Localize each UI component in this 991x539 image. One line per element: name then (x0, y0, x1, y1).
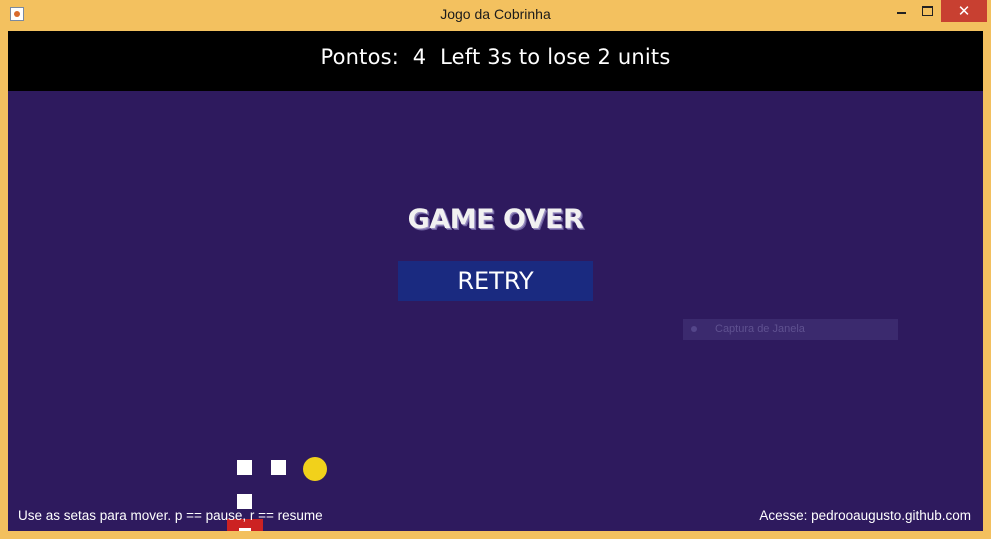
window-bottom-border (0, 531, 991, 539)
controls-instructions: Use as setas para mover. p == pause, r =… (18, 508, 323, 523)
snake-segment (237, 494, 252, 509)
score-bar: Pontos: 4 Left 3s to lose 2 units (8, 31, 983, 91)
game-window: Jogo da Cobrinha ✕ Pontos: 4 Left 3s to … (0, 0, 991, 539)
window-title: Jogo da Cobrinha (440, 6, 551, 22)
capture-dot-icon (691, 326, 697, 332)
retry-button[interactable]: RETRY (398, 261, 593, 301)
snake-segment (271, 460, 286, 475)
maximize-button[interactable] (914, 0, 940, 22)
score-text: Pontos: 4 Left 3s to lose 2 units (320, 45, 671, 69)
snake-segment (237, 460, 252, 475)
title-bar[interactable]: Jogo da Cobrinha ✕ (0, 0, 991, 31)
close-button[interactable]: ✕ (941, 0, 987, 22)
game-board[interactable]: Pontos: 4 Left 3s to lose 2 units GAME O… (8, 31, 983, 531)
game-over-title: GAME OVER (407, 204, 584, 235)
author-link[interactable]: Acesse: pedrooaugusto.github.com (759, 508, 971, 523)
minimize-button[interactable] (888, 0, 914, 22)
food-pellet (303, 457, 327, 481)
capture-hint-label: Captura de Janela (715, 323, 805, 335)
window-capture-hint: Captura de Janela (683, 319, 898, 340)
